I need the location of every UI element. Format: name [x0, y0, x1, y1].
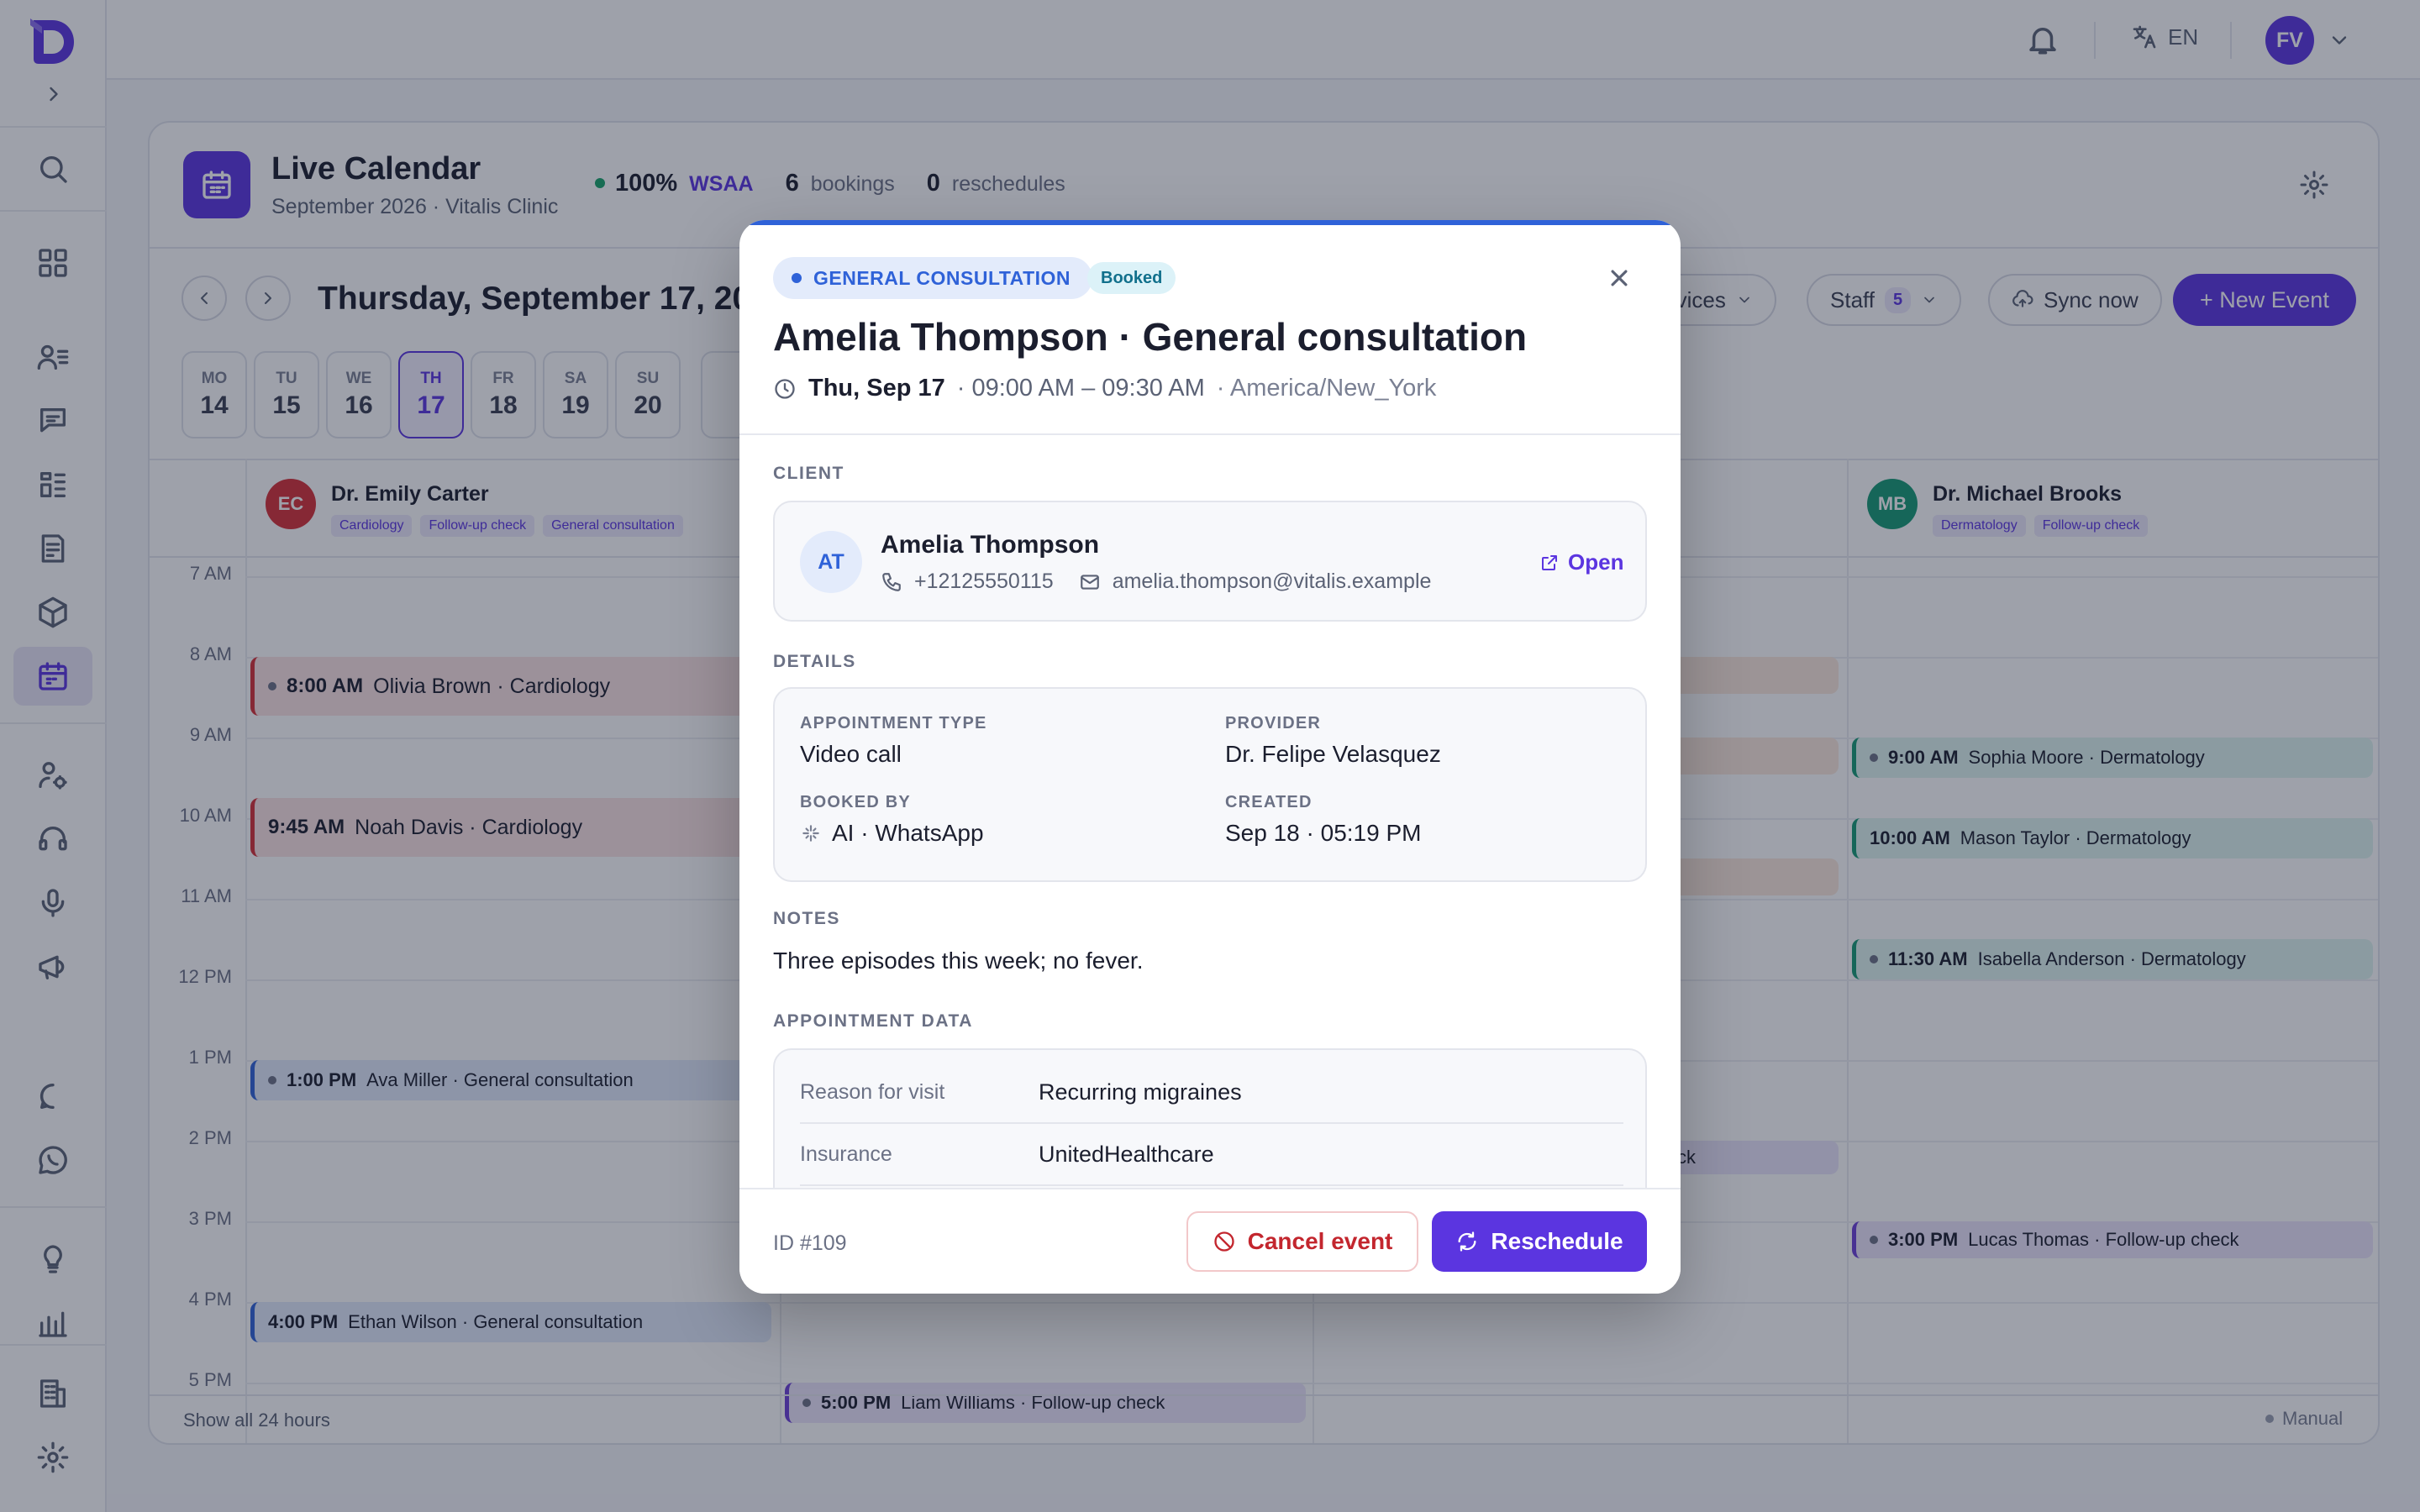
- provider-value: Dr. Felipe Velasquez: [1225, 741, 1441, 767]
- details-section-label: DETAILS: [773, 652, 856, 671]
- status-badge: Booked: [1087, 262, 1176, 294]
- open-client-link[interactable]: Open: [1539, 549, 1623, 575]
- data-value: UnitedHealthcare: [1039, 1141, 1214, 1167]
- sparkles-icon: [802, 825, 819, 842]
- modal-footer: ID #109 Cancel event Reschedule: [739, 1188, 1681, 1294]
- clock-icon: [775, 378, 795, 399]
- detail-label: CREATED: [1225, 793, 1313, 811]
- appointment-type-pill: GENERAL CONSULTATION: [773, 257, 1093, 299]
- detail-label: BOOKED BY: [800, 793, 911, 811]
- booked-by-text: AI · WhatsApp: [832, 820, 984, 846]
- client-phone: +12125550115: [914, 570, 1054, 593]
- email-icon: [1080, 574, 1099, 590]
- cancel-event-label: Cancel event: [1247, 1228, 1393, 1254]
- event-id: ID #109: [773, 1231, 847, 1255]
- event-time-range: · 09:00 AM – 09:30 AM: [956, 375, 1205, 402]
- refresh-icon: [1458, 1231, 1476, 1252]
- modal-title: Amelia Thompson · General consultation: [773, 315, 1528, 359]
- external-link-icon: [1542, 554, 1557, 570]
- reschedule-label: Reschedule: [1491, 1228, 1623, 1254]
- ban-icon: [1213, 1231, 1234, 1252]
- appointment-data-row: Insurance UnitedHealthcare: [800, 1124, 1623, 1186]
- created-value: Sep 18 · 05:19 PM: [1225, 820, 1422, 846]
- notes-text: Three episodes this week; no fever.: [773, 948, 1144, 974]
- data-key: Insurance: [800, 1142, 892, 1166]
- appointment-type-label: GENERAL CONSULTATION: [813, 266, 1071, 289]
- client-card: AT Amelia Thompson +12125550115 amelia.t…: [773, 501, 1647, 622]
- detail-label: APPOINTMENT TYPE: [800, 714, 987, 732]
- phone-icon: [882, 572, 901, 591]
- event-timezone: · America/New_York: [1216, 375, 1437, 402]
- data-key: Reason for visit: [800, 1079, 945, 1104]
- event-date: Thu, Sep 17: [808, 375, 945, 402]
- data-value: Recurring migraines: [1039, 1079, 1242, 1105]
- appointment-type-value: Video call: [800, 741, 902, 767]
- detail-label: PROVIDER: [1225, 714, 1322, 732]
- appointment-data-row: Reason for visit Recurring migraines: [800, 1062, 1623, 1124]
- client-contact: +12125550115 amelia.thompson@vitalis.exa…: [881, 570, 1431, 594]
- client-section-label: CLIENT: [773, 464, 844, 483]
- cancel-event-button[interactable]: Cancel event: [1186, 1211, 1418, 1272]
- booked-by-value: AI · WhatsApp: [800, 820, 984, 847]
- notes-section-label: NOTES: [773, 909, 840, 928]
- close-icon[interactable]: [1603, 262, 1635, 294]
- client-avatar: AT: [800, 531, 862, 593]
- event-details-modal: GENERAL CONSULTATION Booked Amelia Thomp…: [739, 220, 1681, 1294]
- appointment-data-label: APPOINTMENT DATA: [773, 1011, 973, 1031]
- event-datetime: Thu, Sep 17 · 09:00 AM – 09:30 AM · Amer…: [773, 375, 1436, 402]
- open-client-label: Open: [1568, 549, 1624, 575]
- reschedule-button[interactable]: Reschedule: [1432, 1211, 1647, 1272]
- client-name: Amelia Thompson: [881, 531, 1100, 559]
- client-email: amelia.thompson@vitalis.example: [1112, 570, 1432, 593]
- details-card: APPOINTMENT TYPE Video call PROVIDER Dr.…: [773, 687, 1647, 882]
